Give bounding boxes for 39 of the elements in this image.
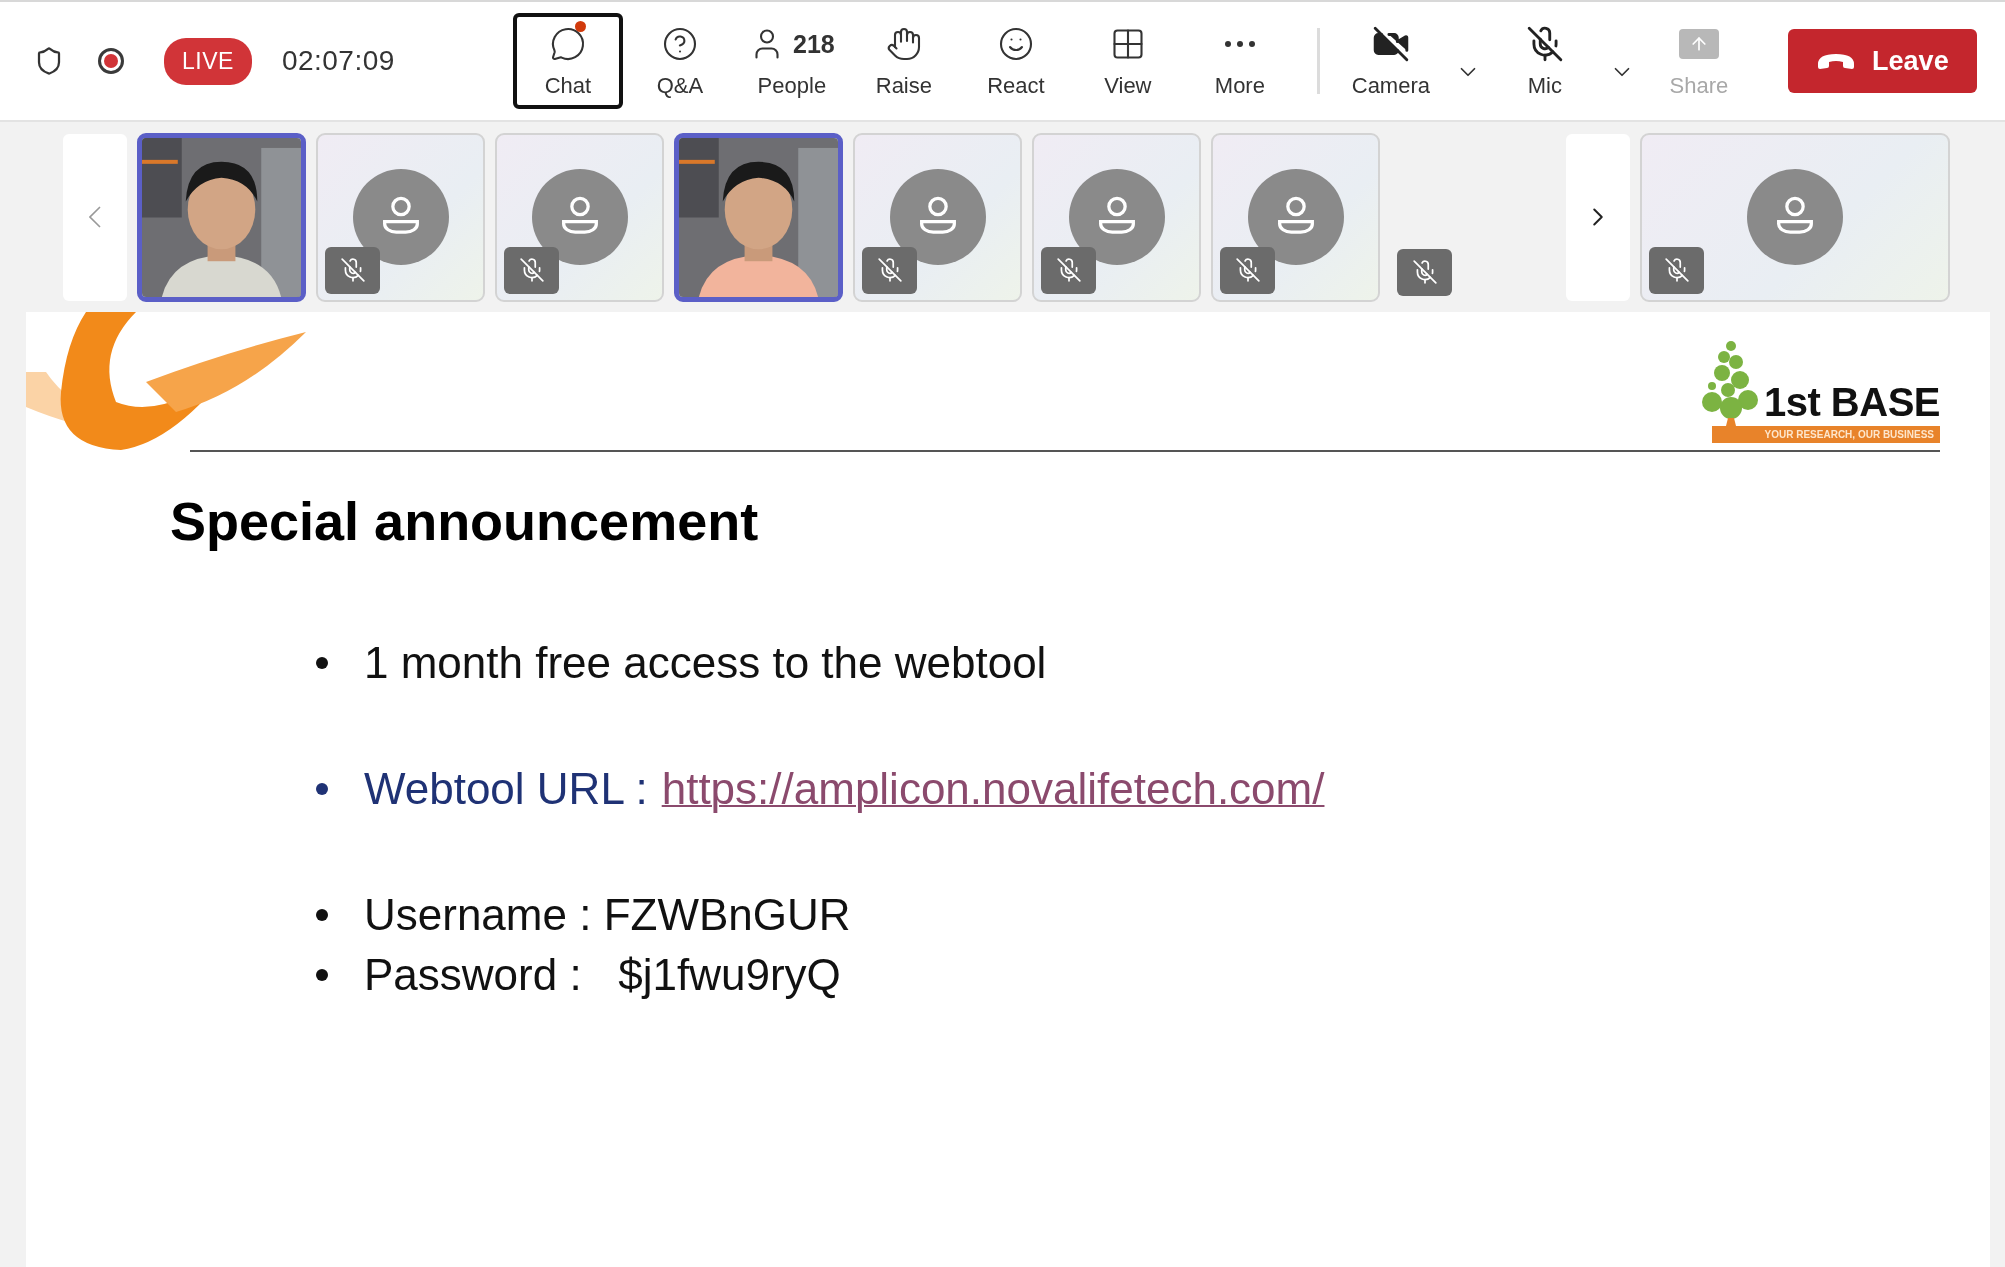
hang-up-icon (1816, 52, 1857, 70)
bullet-icon (316, 657, 328, 669)
people-count: 218 (793, 29, 835, 59)
participant-tile[interactable] (853, 132, 1022, 302)
elapsed-time: 02:07:09 (281, 45, 395, 77)
leave-button[interactable]: Leave (1787, 29, 1977, 93)
slide-title: Special announcement (170, 490, 760, 552)
more-button[interactable]: More (1184, 13, 1295, 109)
camera-button[interactable]: Camera (1335, 13, 1446, 109)
react-button[interactable]: React (960, 13, 1071, 109)
view-button[interactable]: View (1072, 13, 1183, 109)
tree-icon (1701, 340, 1760, 426)
chat-icon (549, 26, 586, 62)
bullet-text: Password : $j1fwu9ryQ (364, 950, 841, 1000)
chevron-left-icon (89, 206, 101, 228)
participant-tile[interactable] (1211, 132, 1380, 302)
bullet-icon (316, 969, 328, 981)
bullet-icon (316, 783, 328, 795)
qa-button[interactable]: Q&A (624, 13, 735, 109)
hand-icon (885, 26, 922, 62)
bullet-icon (316, 909, 328, 921)
logo-name: 1st BASE (1763, 382, 1940, 426)
webtool-link[interactable]: https://amplicon.novalifetech.com/ (661, 764, 1325, 814)
live-badge: LIVE (164, 37, 252, 85)
people-button[interactable]: 218 People (736, 13, 847, 109)
question-icon (661, 26, 698, 62)
mic-button[interactable]: Mic (1489, 13, 1600, 109)
participant-tile[interactable] (1640, 132, 1950, 302)
participant-tile[interactable] (316, 132, 485, 302)
bullet-text: 1 month free access to the webtool (364, 638, 1047, 688)
participant-tile[interactable] (1032, 132, 1201, 302)
chat-button[interactable]: Chat (512, 13, 623, 109)
share-icon (1678, 29, 1719, 59)
smiley-icon (997, 26, 1034, 62)
raise-button[interactable]: Raise (848, 13, 959, 109)
participant-tile[interactable] (495, 132, 664, 302)
bullet-text: Username : FZWBnGUR (364, 890, 851, 940)
more-icon (1224, 41, 1255, 47)
url-label: Webtool URL : (364, 764, 648, 814)
